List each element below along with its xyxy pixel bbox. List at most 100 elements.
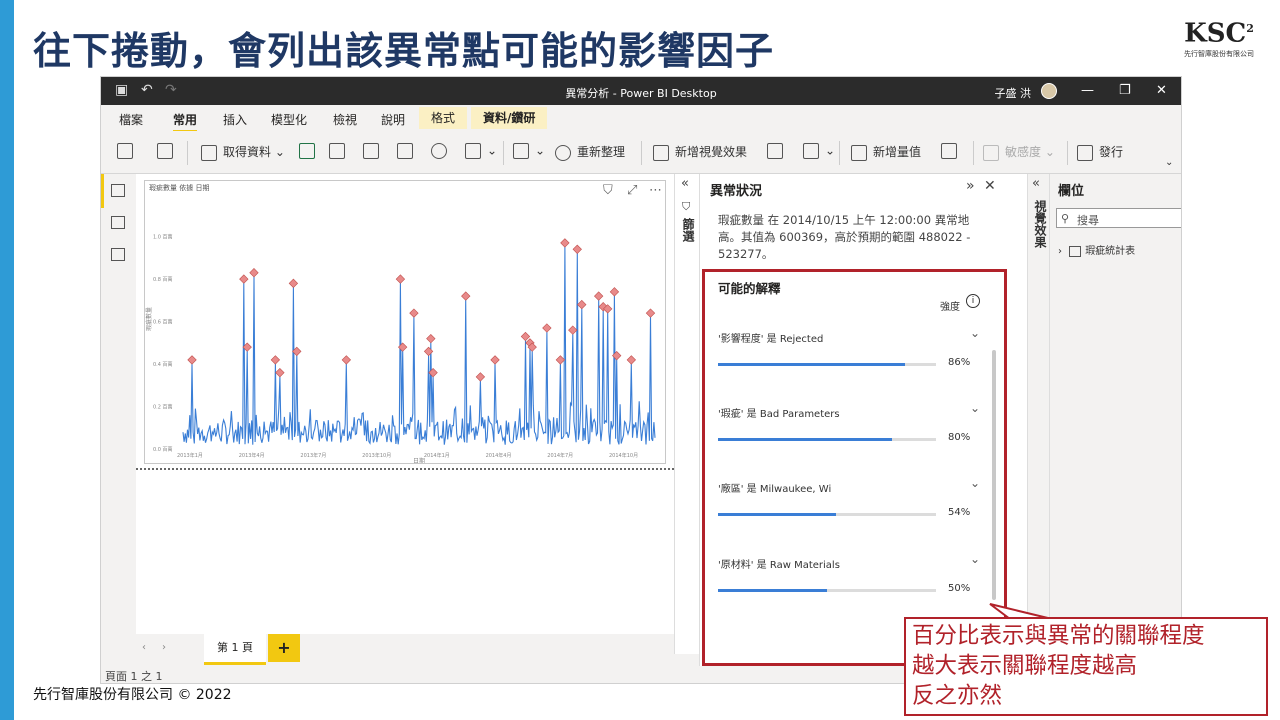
excel-icon [299,143,315,159]
sensitivity-button: 敏感度 ⌄ [983,143,1055,161]
anomaly-marker [572,244,582,254]
minimize-button[interactable]: — [1081,83,1094,98]
anomaly-marker [341,355,352,365]
tab-data-drill[interactable]: 資料/鑽研 [471,107,548,129]
callout-line: 反之亦然 [912,683,1003,709]
anomaly-marker [568,325,578,335]
highlight-box [702,269,1007,666]
quick-measure-button[interactable] [941,143,963,159]
transform-icon [513,143,529,159]
menu-bar: 檔案 常用 插入 模型化 檢視 說明 格式 資料/鑽研 [101,105,1181,132]
anomaly-marker [409,308,419,318]
anomaly-marker [609,287,620,297]
anomaly-marker [423,346,434,357]
ribbon: 取得資料 ⌄ ⌄ ⌄ 重新整理 新增視覺效果 ⌄ 新增量值 敏感度 ⌄ 發行 ⌄ [101,131,1181,174]
dataset-button[interactable] [363,143,385,159]
quick-measure-icon [941,143,957,159]
tab-home[interactable]: 常用 [173,111,198,132]
tab-format[interactable]: 格式 [419,107,468,129]
fields-search-input[interactable]: ⚲ 搜尋 [1056,208,1181,228]
page-tab-1[interactable]: 第 1 頁 [204,634,266,665]
more-visuals-button[interactable]: ⌄ [803,143,835,159]
table-icon [1069,245,1082,257]
anomaly-header: 異常狀況 [710,184,763,199]
restore-button[interactable]: ❐ [1119,83,1131,98]
y-tick-label: 1.0 百萬 [153,233,173,240]
anomaly-marker [249,268,259,278]
sensitivity-icon [983,144,999,161]
publish-button[interactable]: 發行 [1077,143,1123,161]
anomaly-marker [645,308,656,318]
refresh-icon [555,144,571,161]
visualizations-pane-collapsed[interactable]: « 視覺效果 [1027,174,1050,666]
slide-title: 往下捲動，會列出該異常點可能的影響因子 [33,29,775,73]
get-data-button[interactable]: 取得資料 ⌄ [201,143,285,161]
tab-insert[interactable]: 插入 [223,111,247,128]
expand-filters-icon[interactable]: « [681,176,689,191]
collapse-pane-icon[interactable]: » [966,178,975,194]
paste-button[interactable] [117,143,139,159]
dataverse-icon [431,143,447,159]
expand-visualizations-icon[interactable]: « [1032,176,1040,191]
company-logo: KSC2 先行智庫股份有限公司 [1184,18,1254,58]
tab-help[interactable]: 說明 [381,111,405,128]
user-name[interactable]: 子盛 洪 [995,85,1032,101]
tab-file[interactable]: 檔案 [119,111,143,128]
search-icon: ⚲ [1061,212,1070,225]
avatar[interactable] [1041,83,1057,99]
dataverse-button[interactable] [431,143,453,159]
more-visuals-icon [803,143,819,159]
recent-sources-button[interactable]: ⌄ [465,143,497,159]
page-count: 頁面 1 之 1 [105,670,163,683]
anomaly-description: 瑕疵數量 在 2014/10/15 上午 12:00:00 異常地高。其值為 6… [718,213,971,261]
transform-data-button[interactable]: ⌄ [513,143,545,159]
powerbi-window: ▣ ↶ ↷ 異常分析 - Power BI Desktop 子盛 洪 — ❐ ✕… [100,76,1182,684]
chevron-right-icon[interactable]: › [1058,246,1062,257]
anomaly-marker [475,372,486,382]
table-icon [397,143,413,159]
anomaly-marker [426,333,436,344]
close-pane-icon[interactable]: ✕ [984,178,996,194]
recent-sources-icon [465,143,481,159]
y-tick-label: 0.8 百萬 [153,276,173,283]
sql-button[interactable] [329,143,351,159]
enter-data-button[interactable] [397,143,419,159]
slide-accent-bar [0,0,14,720]
callout-line: 越大表示關聯程度越高 [912,653,1138,679]
next-page-arrow[interactable]: › [162,642,166,653]
text-box-button[interactable] [767,143,789,159]
y-axis-title: 瑕疵數量 [145,307,153,331]
anomaly-marker [560,238,570,248]
x-tick-label: 2014年10月 [609,452,638,459]
bar-chart-icon [653,144,669,161]
format-painter-button[interactable] [157,143,179,159]
anomaly-marker [275,368,285,378]
new-measure-button[interactable]: 新增量值 [851,143,921,161]
anomaly-marker [520,331,531,342]
y-tick-label: 0.6 百萬 [153,318,173,325]
refresh-button[interactable]: 重新整理 [555,143,625,161]
data-view-icon[interactable] [111,216,125,229]
x-tick-label: 2013年10月 [362,452,391,459]
new-visual-button[interactable]: 新增視覺效果 [653,143,747,161]
filters-pane-collapsed[interactable]: « ⛉ 篩選 [674,174,699,654]
publish-icon [1077,144,1093,161]
add-page-button[interactable]: + [268,634,300,662]
funnel-icon: ⛉ [682,200,691,213]
anomaly-marker [594,291,604,301]
report-view-icon[interactable] [111,184,125,197]
excel-button[interactable] [299,143,321,159]
anomaly-marker [288,278,299,288]
title-bar: ▣ ↶ ↷ 異常分析 - Power BI Desktop 子盛 洪 — ❐ ✕ [101,77,1181,105]
ribbon-collapse-icon[interactable]: ⌄ [1165,157,1173,168]
line-chart-visual[interactable]: 瑕疵數量 依據 日期 ⛉ ⤢ ⋯ 0.0 百萬 0.2 百萬 0.4 百萬 0.6 百… [144,180,666,464]
page-tab-bar: ‹ › 第 1 頁 + [136,634,674,665]
model-view-icon[interactable] [111,248,125,261]
prev-page-arrow[interactable]: ‹ [142,642,146,653]
tab-modeling[interactable]: 模型化 [271,111,307,128]
field-table-item[interactable]: › 瑕疵統計表 [1058,242,1135,257]
fields-pane: 欄位 » ⚲ 搜尋 › 瑕疵統計表 [1049,174,1181,666]
tab-view[interactable]: 檢視 [333,111,357,128]
anomaly-marker [395,274,406,284]
close-button[interactable]: ✕ [1156,83,1167,98]
